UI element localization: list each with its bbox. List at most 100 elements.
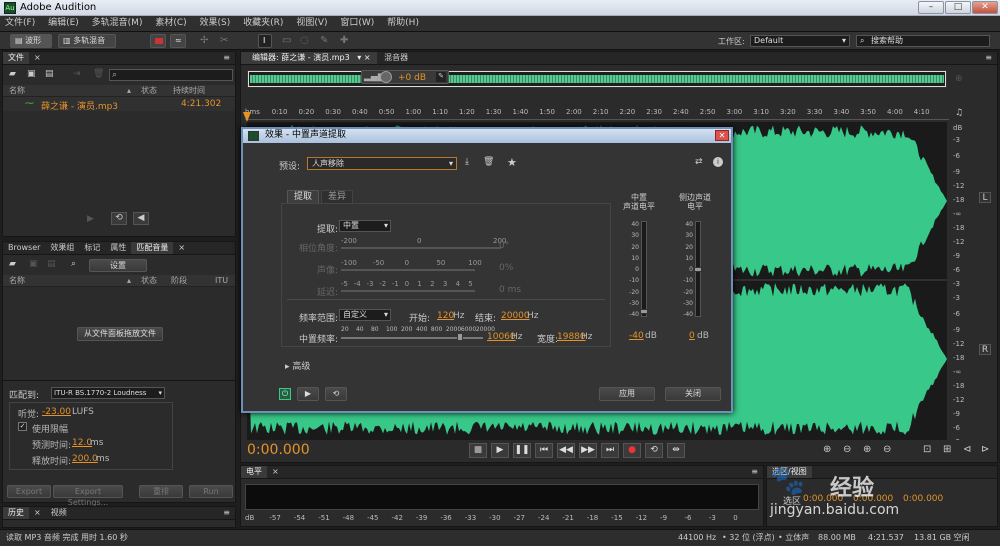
close-button[interactable]: 关闭 bbox=[665, 387, 721, 401]
tab-extract[interactable]: 提取 bbox=[287, 190, 319, 203]
tab-markers[interactable]: 标记 bbox=[79, 242, 105, 254]
use-limit-checkbox[interactable]: ✓ bbox=[18, 422, 27, 431]
tab-editor[interactable]: 编辑器: 薛之谦 - 演员.mp3 ▾ × bbox=[241, 52, 377, 64]
close-icon[interactable]: × bbox=[173, 242, 190, 254]
release-value[interactable]: 200.0 bbox=[72, 454, 98, 464]
overview-waveform[interactable] bbox=[247, 70, 947, 88]
info-icon[interactable]: i bbox=[713, 157, 723, 167]
tab-browser[interactable]: Browser bbox=[3, 242, 45, 254]
tab-history[interactable]: 历史 bbox=[3, 507, 29, 519]
tab-video[interactable]: 视频 bbox=[46, 507, 72, 519]
play-icon[interactable]: ▶ bbox=[87, 214, 94, 224]
import-icon[interactable]: ▣ bbox=[27, 69, 36, 79]
time-selection-tool-icon[interactable]: I bbox=[258, 34, 272, 48]
menu-view[interactable]: 视图(V) bbox=[291, 16, 332, 31]
menu-edit[interactable]: 编辑(E) bbox=[43, 16, 84, 31]
menu-favorites[interactable]: 收藏夹(R) bbox=[238, 16, 288, 31]
selection-duration[interactable]: 0:00.000 bbox=[903, 494, 943, 504]
advanced-expander[interactable]: ▸ 高级 bbox=[285, 359, 310, 372]
menu-file[interactable]: 文件(F) bbox=[0, 16, 40, 31]
center-level-value[interactable]: -40 bbox=[629, 331, 644, 341]
close-icon[interactable]: × bbox=[29, 52, 46, 64]
export-settings-button[interactable]: Export Settings... bbox=[53, 485, 123, 507]
pitch-icon[interactable]: ≈ bbox=[170, 34, 186, 48]
preset-select[interactable]: 人声移除 ▾ bbox=[307, 157, 457, 170]
clear-button[interactable]: 重排 bbox=[139, 485, 183, 498]
save-preset-icon[interactable]: ⤓ bbox=[465, 157, 469, 167]
loudness-value[interactable]: -23.00 bbox=[42, 407, 71, 417]
panel-menu-icon[interactable]: ≡ bbox=[218, 52, 235, 64]
file-row[interactable]: ⁓ 薛之谦 - 演员.mp3 4:21.302 bbox=[3, 97, 235, 112]
folder-icon[interactable]: ▰ bbox=[9, 259, 16, 269]
zoom-full-icon[interactable]: ⊡ bbox=[923, 444, 931, 455]
center-level-knob[interactable] bbox=[640, 309, 648, 314]
zoom-icon[interactable]: ⊕ bbox=[955, 74, 963, 84]
pan-slider[interactable] bbox=[341, 269, 475, 271]
tab-properties[interactable]: 属性 bbox=[105, 242, 131, 254]
loop-icon[interactable]: ⟲ bbox=[111, 212, 127, 225]
close-icon[interactable]: × bbox=[29, 507, 46, 519]
zoom-out-time-icon[interactable]: ⊖ bbox=[883, 444, 891, 455]
files-search-input[interactable]: ⌕ bbox=[109, 69, 233, 81]
rewind-icon[interactable]: ◀◀ bbox=[557, 443, 575, 458]
preview-play-icon[interactable]: ▶ bbox=[297, 387, 319, 401]
menu-multitrack[interactable]: 多轨混音(M) bbox=[87, 16, 148, 31]
razor-tool-icon[interactable]: ✂ bbox=[220, 35, 228, 46]
favorite-star-icon[interactable]: ★ bbox=[507, 156, 517, 169]
play-icon[interactable]: ▶ bbox=[491, 443, 509, 458]
delay-slider[interactable] bbox=[341, 290, 475, 292]
tab-match-volume[interactable]: 匹配音量 bbox=[131, 242, 174, 254]
pin-icon[interactable]: ✎ bbox=[436, 72, 446, 82]
gain-value[interactable]: +0 dB bbox=[398, 73, 426, 83]
side-level-value[interactable]: 0 bbox=[689, 331, 695, 341]
record-icon[interactable]: ● bbox=[623, 443, 641, 458]
power-toggle-icon[interactable]: ⏻ bbox=[279, 388, 291, 400]
extract-select[interactable]: 中置 ▾ bbox=[339, 220, 391, 232]
lasso-tool-icon[interactable]: ◌ bbox=[300, 35, 309, 46]
maximize-button[interactable]: □ bbox=[945, 1, 971, 14]
marquee-tool-icon[interactable]: ▭ bbox=[282, 35, 291, 46]
waveform-button[interactable]: ▤ 波形 bbox=[10, 34, 52, 48]
menu-window[interactable]: 窗口(W) bbox=[335, 16, 379, 31]
panel-menu-icon[interactable]: ≡ bbox=[980, 52, 997, 64]
panel-menu-icon[interactable]: ≡ bbox=[218, 507, 235, 519]
go-to-start-icon[interactable]: ⏮ bbox=[535, 443, 553, 458]
phase-slider[interactable] bbox=[341, 247, 501, 249]
current-time[interactable]: 0:00.000 bbox=[247, 442, 310, 458]
gain-knob-icon[interactable] bbox=[380, 71, 392, 83]
col-name[interactable]: 名称 bbox=[9, 275, 25, 286]
remove-icon[interactable]: ▣ bbox=[29, 259, 38, 269]
spectral-icon[interactable] bbox=[150, 34, 166, 48]
close-window-button[interactable]: ✕ bbox=[972, 1, 998, 14]
col-status[interactable]: 状态 bbox=[141, 275, 157, 286]
skip-icon[interactable]: ⇹ bbox=[667, 443, 685, 458]
start-value[interactable]: 120 bbox=[437, 311, 454, 321]
insert-icon[interactable]: ⇥ bbox=[73, 69, 81, 79]
tab-difference[interactable]: 差异 bbox=[321, 190, 353, 203]
phase-value[interactable]: 0° bbox=[499, 241, 509, 251]
zoom-left-icon[interactable]: ⊲ bbox=[963, 444, 971, 455]
zoom-selection-icon[interactable]: ⊞ bbox=[943, 444, 951, 455]
menu-help[interactable]: 帮助(H) bbox=[382, 16, 424, 31]
match-to-select[interactable]: ITU-R BS.1770-2 Loudness ▾ bbox=[51, 387, 165, 399]
col-stage[interactable]: 阶段 bbox=[171, 275, 187, 286]
drag-files-button[interactable]: 从文件面板拖放文件 bbox=[77, 327, 163, 341]
zoom-in-amplitude-icon[interactable]: ⊕ bbox=[823, 444, 831, 455]
overview-viewport[interactable] bbox=[248, 71, 946, 87]
stop-icon[interactable]: ■ bbox=[469, 443, 487, 458]
freq-range-select[interactable]: 自定义 ▾ bbox=[339, 309, 391, 321]
help-search-input[interactable]: ⌕ 搜索帮助 bbox=[856, 35, 990, 47]
tab-files[interactable]: 文件 bbox=[3, 52, 29, 64]
export-button[interactable]: Export bbox=[7, 485, 51, 498]
channel-l-toggle[interactable]: L bbox=[979, 192, 991, 203]
healing-tool-icon[interactable]: ✚ bbox=[340, 35, 348, 46]
col-status[interactable]: 状态 bbox=[141, 85, 157, 96]
workspace-select[interactable]: Default ▾ bbox=[750, 35, 850, 47]
col-duration[interactable]: 持续时间 bbox=[173, 85, 205, 96]
close-icon[interactable]: × bbox=[267, 466, 284, 478]
scan-icon[interactable]: ⌕ bbox=[71, 259, 76, 269]
tab-mixer[interactable]: 混音器 bbox=[379, 52, 413, 64]
brush-tool-icon[interactable]: ✎ bbox=[320, 35, 328, 46]
menu-effects[interactable]: 效果(S) bbox=[195, 16, 236, 31]
col-itu[interactable]: ITU bbox=[215, 275, 228, 286]
